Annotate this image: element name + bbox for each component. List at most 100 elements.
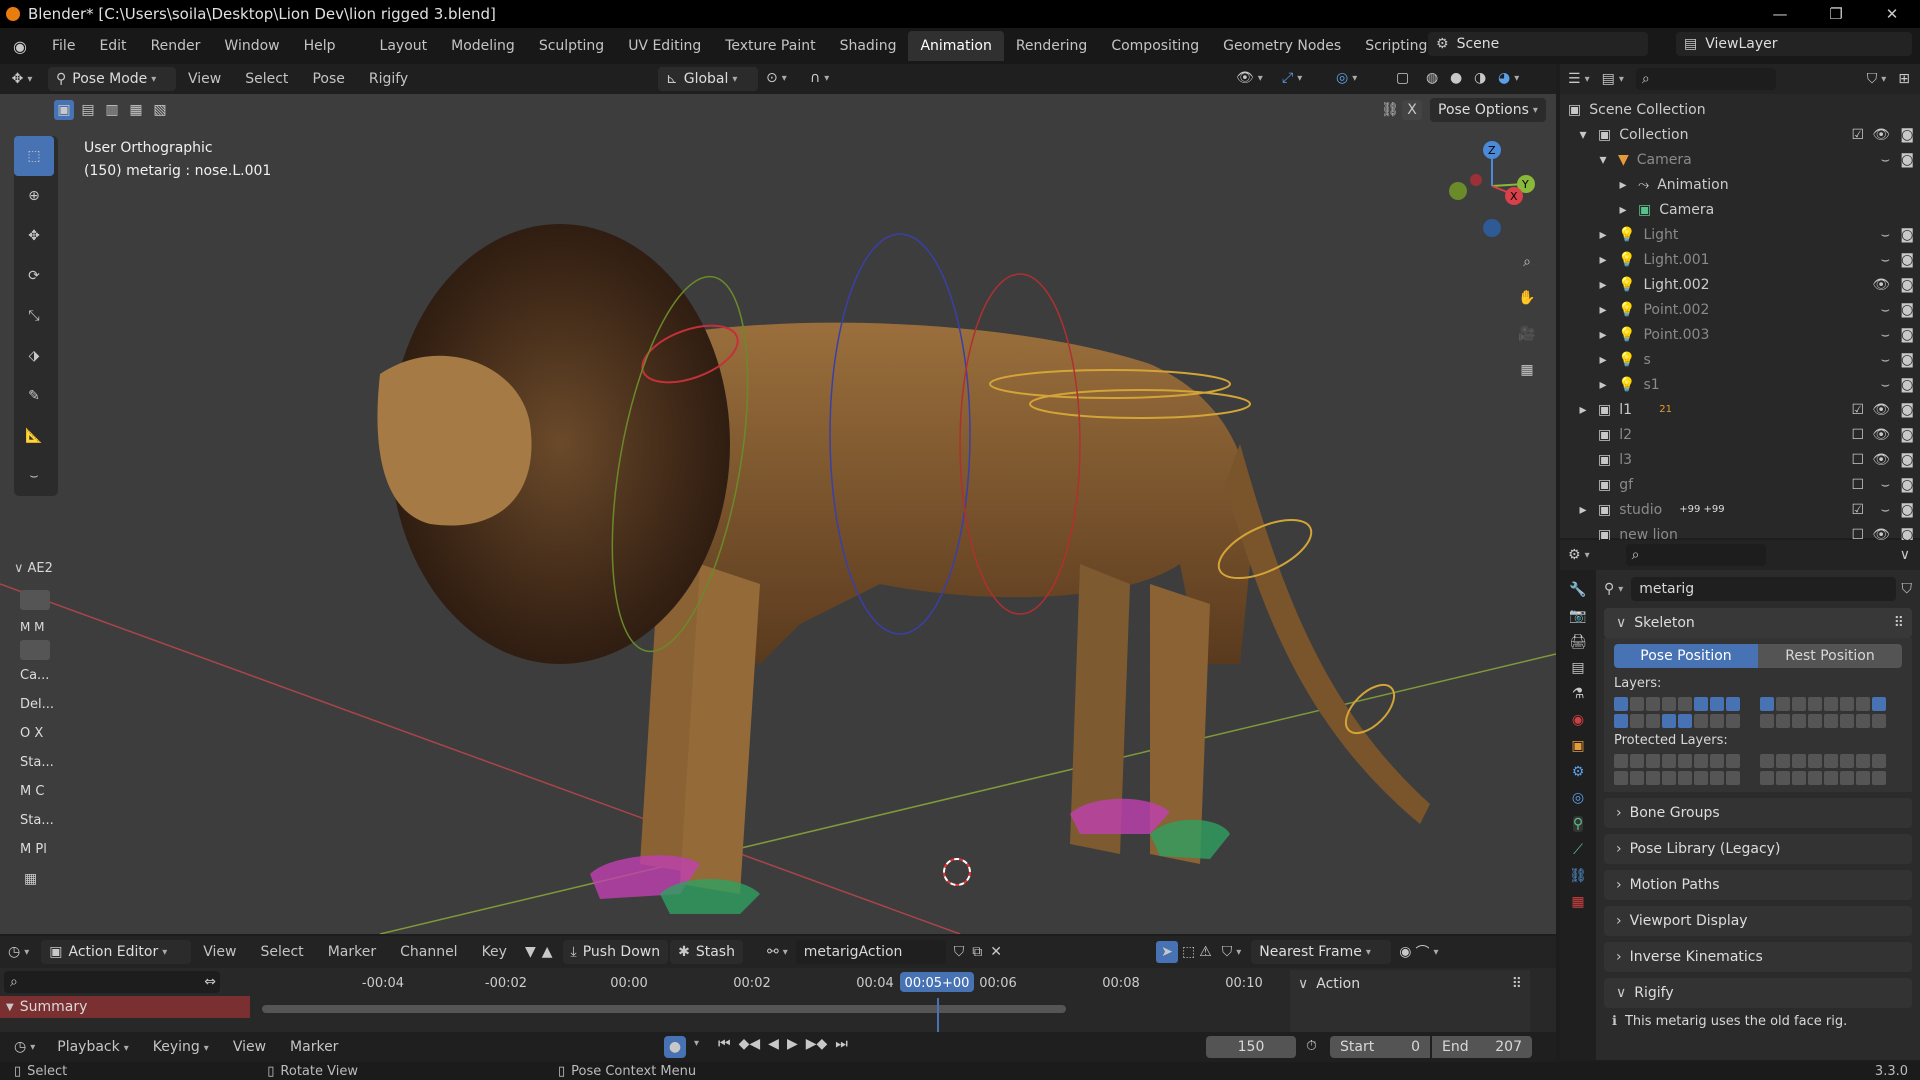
vp-menu-pose[interactable]: Pose: [300, 64, 356, 94]
unlink-action-icon[interactable]: ✕: [990, 944, 1002, 960]
layer-cell[interactable]: [1678, 697, 1692, 711]
protected-layer-cell[interactable]: [1742, 771, 1756, 785]
fake-user-icon[interactable]: ⛉: [954, 944, 965, 960]
editor-type-icon[interactable]: ✥: [0, 71, 44, 87]
tab-shading[interactable]: Shading: [828, 31, 909, 61]
layer-cell[interactable]: [1792, 697, 1806, 711]
outliner-row[interactable]: ▸ ▣ l1 21 ☑ 👁 ◙: [1560, 397, 1920, 422]
end-frame-field[interactable]: End 207: [1432, 1036, 1532, 1058]
select-invert-icon[interactable]: ▦: [126, 100, 146, 120]
checkbox-icon[interactable]: ☑: [1851, 402, 1864, 418]
wireframe-shading-icon[interactable]: ◍: [1426, 70, 1438, 86]
outliner-row[interactable]: ▸ ▣ Camera: [1560, 197, 1920, 222]
pivot-icon[interactable]: ⊙: [766, 70, 787, 86]
outliner-row[interactable]: ▣ l3 ☐ 👁 ◙: [1560, 447, 1920, 472]
layer-cell[interactable]: [1630, 714, 1644, 728]
render-icon[interactable]: ◙: [1900, 127, 1914, 143]
drag-handle-icon[interactable]: ⠿: [1512, 976, 1522, 992]
tool-tab-icon[interactable]: 🔧: [1569, 582, 1586, 598]
scene-selector[interactable]: ⚙ Scene: [1428, 32, 1648, 56]
outliner-row[interactable]: ▸ 💡 Point.002 ⌣ ◙: [1560, 297, 1920, 322]
menu-file[interactable]: File: [40, 31, 87, 61]
scale-tool[interactable]: ⤡: [14, 296, 54, 336]
layer-cell[interactable]: [1614, 714, 1628, 728]
material-shading-icon[interactable]: ◑: [1474, 70, 1486, 86]
render-icon[interactable]: ◙: [1900, 402, 1914, 418]
protected-layer-cell[interactable]: [1824, 771, 1838, 785]
protected-layer-cell[interactable]: [1726, 771, 1740, 785]
eye-icon[interactable]: 👁: [1872, 127, 1890, 143]
layer-cell[interactable]: [1630, 697, 1644, 711]
protected-layer-cell[interactable]: [1710, 754, 1724, 768]
ae2-btn-mm[interactable]: M M: [20, 620, 62, 634]
protected-layer-cell[interactable]: [1678, 771, 1692, 785]
layer-cell[interactable]: [1694, 714, 1708, 728]
protected-layer-cell[interactable]: [1646, 754, 1660, 768]
outliner-row[interactable]: ▸ 💡 Light.002 👁 ◙: [1560, 272, 1920, 297]
render-icon[interactable]: ◙: [1900, 227, 1914, 243]
outliner-row[interactable]: ▸ 💡 Point.003 ⌣ ◙: [1560, 322, 1920, 347]
protected-layer-cell[interactable]: [1614, 754, 1628, 768]
render-icon[interactable]: ◙: [1900, 452, 1914, 468]
layer-cell[interactable]: [1808, 697, 1822, 711]
rest-position-button[interactable]: Rest Position: [1758, 644, 1902, 668]
render-icon[interactable]: ◙: [1900, 477, 1914, 493]
protected-layer-cell[interactable]: [1760, 771, 1774, 785]
protected-layer-cell[interactable]: [1710, 771, 1724, 785]
ae2-btn-sta[interactable]: Sta...: [20, 755, 62, 770]
layer-cell[interactable]: [1776, 697, 1790, 711]
protected-layer-cell[interactable]: [1726, 754, 1740, 768]
protected-layer-cell[interactable]: [1776, 771, 1790, 785]
ae2-btn-ox[interactable]: O X: [20, 726, 62, 741]
tab-modeling[interactable]: Modeling: [439, 31, 527, 61]
vp-menu-view[interactable]: View: [176, 64, 233, 94]
minimize-icon[interactable]: —: [1752, 5, 1808, 23]
ae2-btn-del[interactable]: Del...: [20, 697, 62, 712]
menu-render[interactable]: Render: [139, 31, 213, 61]
layer-cell[interactable]: [1710, 697, 1724, 711]
texture-tab-icon[interactable]: ▦: [1571, 894, 1584, 910]
action-name-field[interactable]: metarigAction: [795, 940, 946, 964]
eye-hidden-icon[interactable]: ⌣: [1881, 252, 1890, 268]
action-browse-icon[interactable]: ⚯: [767, 944, 788, 960]
render-icon[interactable]: ◙: [1900, 427, 1914, 443]
render-icon[interactable]: ◙: [1900, 377, 1914, 393]
transform-tool[interactable]: ⬗: [14, 336, 54, 376]
protected-layer-cell[interactable]: [1694, 754, 1708, 768]
snapping-dropdown[interactable]: Nearest Frame: [1251, 940, 1392, 964]
auto-key-options-icon[interactable]: [690, 1038, 699, 1049]
protected-layer-cell[interactable]: [1630, 754, 1644, 768]
outliner-row[interactable]: ▣ Scene Collection: [1560, 97, 1920, 122]
tab-scripting[interactable]: Scripting: [1353, 31, 1439, 61]
vp-menu-select[interactable]: Select: [233, 64, 300, 94]
view-layer-tab-icon[interactable]: ▤: [1571, 660, 1584, 676]
modifier-tab-icon[interactable]: ⚙: [1572, 764, 1585, 780]
protected-layer-cell[interactable]: [1808, 771, 1822, 785]
action-panel-header[interactable]: ∨ Action ⠿: [1290, 970, 1530, 998]
layer-cell[interactable]: [1726, 697, 1740, 711]
stash-button[interactable]: ✱ Stash: [670, 940, 743, 964]
pose-position-button[interactable]: Pose Position: [1614, 644, 1758, 668]
rendered-shading-icon[interactable]: ◕: [1498, 70, 1519, 86]
output-tab-icon[interactable]: 🖨: [1569, 634, 1587, 650]
outliner-row[interactable]: ▾ ▼ Camera ⌣ ◙: [1560, 147, 1920, 172]
protected-layer-cell[interactable]: [1856, 754, 1870, 768]
ae2-btn-mpl[interactable]: M Pl: [20, 842, 62, 857]
layer-cell[interactable]: [1726, 714, 1740, 728]
protected-layer-cell[interactable]: [1662, 754, 1676, 768]
eye-hidden-icon[interactable]: ⌣: [1881, 352, 1890, 368]
layer-cell[interactable]: [1840, 697, 1854, 711]
rotate-tool[interactable]: ⟳: [14, 256, 54, 296]
layer-up-icon[interactable]: ▲: [542, 944, 553, 960]
blender-menu-icon[interactable]: ◉: [0, 37, 40, 56]
3d-viewport[interactable]: [0, 64, 1556, 934]
outliner-row[interactable]: ▸ 💡 Light ⌣ ◙: [1560, 222, 1920, 247]
prev-keyframe-icon[interactable]: ◆◀: [739, 1036, 761, 1052]
layer-cell[interactable]: [1694, 697, 1708, 711]
select-extend-icon[interactable]: ▤: [78, 100, 98, 120]
layer-cell[interactable]: [1792, 714, 1806, 728]
restore-icon[interactable]: ❐: [1808, 5, 1864, 23]
render-icon[interactable]: ◙: [1900, 302, 1914, 318]
duplicate-action-icon[interactable]: ⧉: [972, 944, 982, 960]
ae2-btn-mc[interactable]: M C: [20, 784, 62, 799]
